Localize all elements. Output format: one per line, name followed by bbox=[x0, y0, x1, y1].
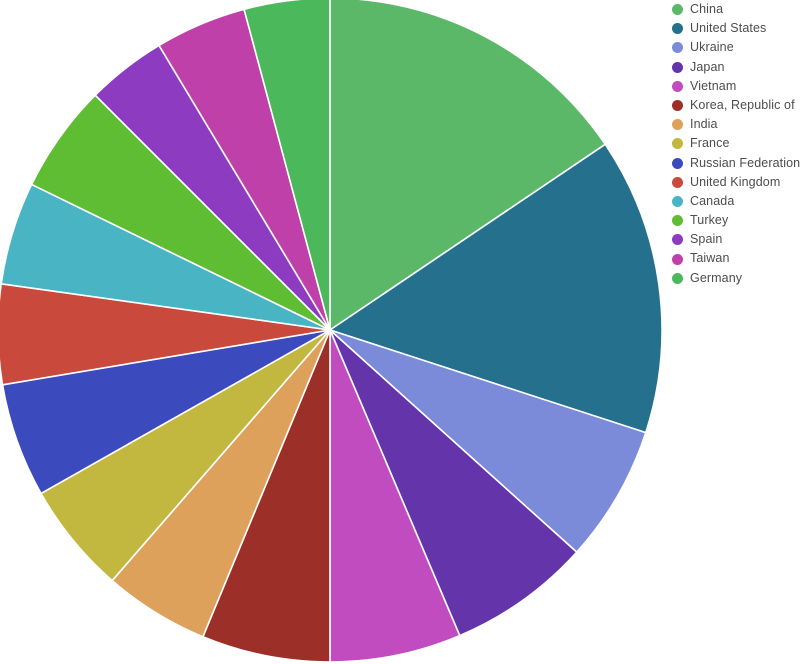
legend-item-label: Ukraine bbox=[690, 40, 734, 55]
legend-swatch-icon bbox=[672, 4, 683, 16]
legend-item-label: India bbox=[690, 117, 718, 132]
legend-item[interactable]: Taiwan bbox=[672, 249, 800, 268]
legend-swatch-icon bbox=[672, 138, 683, 150]
legend-item[interactable]: Turkey bbox=[672, 211, 800, 230]
pie-chart-svg bbox=[0, 0, 663, 663]
legend-swatch-icon bbox=[672, 215, 683, 227]
legend-item[interactable]: United States bbox=[672, 19, 800, 38]
legend-swatch-icon bbox=[672, 234, 683, 246]
legend-swatch-icon bbox=[672, 272, 683, 284]
chart-legend: China United States Ukraine Japan Vietnam Kor… bbox=[672, 0, 800, 320]
legend-item-label: Spain bbox=[690, 232, 723, 247]
legend-item[interactable]: United Kingdom bbox=[672, 173, 800, 192]
legend-item-label: Turkey bbox=[690, 213, 729, 228]
legend-item[interactable]: France bbox=[672, 134, 800, 153]
legend-item[interactable]: Vietnam bbox=[672, 77, 800, 96]
legend-swatch-icon bbox=[672, 119, 683, 131]
legend-swatch-icon bbox=[672, 23, 683, 35]
legend-item[interactable]: Canada bbox=[672, 192, 800, 211]
legend-item-label: China bbox=[690, 2, 724, 16]
legend-swatch-icon bbox=[672, 100, 683, 112]
legend-swatch-icon bbox=[672, 42, 683, 54]
legend-swatch-icon bbox=[672, 253, 683, 265]
legend-item[interactable]: Korea, Republic of bbox=[672, 96, 800, 115]
legend-item-label: Germany bbox=[690, 270, 743, 285]
legend-item-label: Taiwan bbox=[690, 251, 730, 266]
pie-chart bbox=[0, 0, 665, 663]
legend-item[interactable]: China bbox=[672, 0, 800, 19]
legend-swatch-icon bbox=[672, 157, 683, 169]
legend-swatch-icon bbox=[672, 176, 683, 188]
legend-item-label: France bbox=[690, 136, 730, 151]
legend-item-label: Japan bbox=[690, 59, 725, 74]
legend-item[interactable]: Russian Federation bbox=[672, 154, 800, 173]
legend-swatch-icon bbox=[672, 80, 683, 92]
legend-item-label: Korea, Republic of bbox=[690, 97, 795, 112]
legend-item[interactable]: Japan bbox=[672, 58, 800, 77]
legend-swatch-icon bbox=[672, 61, 683, 73]
legend-item[interactable]: India bbox=[672, 115, 800, 134]
legend-item-label: Vietnam bbox=[690, 78, 737, 93]
legend-item[interactable]: Spain bbox=[672, 230, 800, 249]
legend-item-label: United Kingdom bbox=[690, 174, 781, 189]
legend-item-label: Russian Federation bbox=[690, 155, 800, 170]
legend-item[interactable]: Germany bbox=[672, 269, 800, 288]
legend-item[interactable]: Ukraine bbox=[672, 38, 800, 57]
legend-item-label: Canada bbox=[690, 193, 735, 208]
legend-item-label: United States bbox=[690, 21, 767, 36]
legend-swatch-icon bbox=[672, 195, 683, 207]
pie-chart-page: China United States Ukraine Japan Vietnam Kor… bbox=[0, 0, 800, 663]
